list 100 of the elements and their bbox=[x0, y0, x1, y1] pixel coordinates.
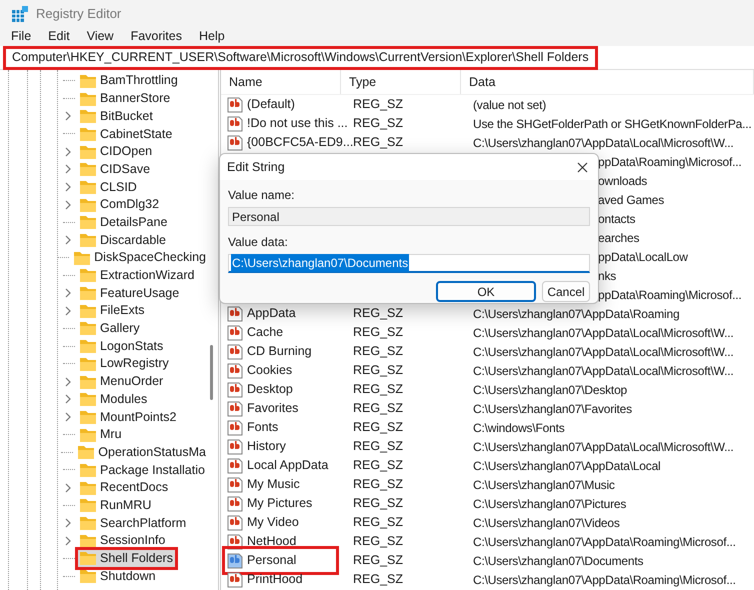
tree-item[interactable]: LowRegistry bbox=[78, 355, 171, 372]
folder-icon bbox=[80, 74, 96, 88]
tree-item[interactable]: CIDSave bbox=[78, 160, 152, 178]
tree-item[interactable]: SearchPlatform bbox=[78, 514, 188, 532]
chevron-icon[interactable] bbox=[64, 288, 72, 298]
table-cell-text: REG_SZ bbox=[352, 115, 404, 132]
chevron-icon[interactable] bbox=[64, 376, 72, 387]
chevron-icon[interactable] bbox=[64, 164, 72, 174]
table-cell-text: REG_SZ bbox=[352, 305, 404, 322]
value-name[interactable]: My Music bbox=[227, 475, 300, 494]
folder-icon bbox=[80, 321, 96, 336]
scrollbar-thumb[interactable] bbox=[210, 345, 213, 400]
chevron-icon[interactable] bbox=[64, 306, 72, 316]
window-title: Registry Editor bbox=[36, 5, 122, 24]
value-data-field[interactable]: C:\Users\zhanglan07\Documents bbox=[228, 254, 590, 273]
value-name[interactable]: My Video bbox=[227, 513, 299, 532]
chevron-icon[interactable] bbox=[64, 412, 72, 422]
table-cell-text: C:\Users\zhanglan07\Desktop bbox=[472, 382, 628, 398]
tree-item[interactable]: Modules bbox=[78, 390, 150, 408]
chevron-icon[interactable] bbox=[64, 235, 72, 246]
table-cell-text: REG_SZ bbox=[352, 381, 404, 398]
tree-item[interactable]: RunMRU bbox=[78, 496, 154, 514]
value-name[interactable]: !Do not use this ... bbox=[227, 114, 348, 133]
value-name-field[interactable]: Personal bbox=[228, 207, 590, 226]
value-name[interactable]: Cache bbox=[227, 323, 284, 342]
column-header[interactable]: Data bbox=[461, 70, 754, 94]
tree-item[interactable]: LogonStats bbox=[78, 338, 166, 355]
tree-item[interactable]: CIDOpen bbox=[78, 143, 154, 160]
chevron-icon[interactable] bbox=[64, 394, 72, 404]
tree-item[interactable]: RecentDocs bbox=[78, 479, 170, 496]
value-name[interactable]: {00BCFC5A-ED9... bbox=[227, 133, 354, 152]
folder-icon bbox=[80, 498, 96, 512]
tree-item[interactable]: Gallery bbox=[78, 320, 142, 337]
folder-icon bbox=[80, 392, 96, 406]
chevron-icon[interactable] bbox=[64, 482, 72, 493]
table-cell-text: C:\windows\Fonts bbox=[472, 420, 566, 436]
tree-item[interactable]: Mru bbox=[78, 426, 124, 444]
value-name[interactable]: Personal bbox=[227, 551, 334, 570]
chevron-icon[interactable] bbox=[64, 111, 72, 122]
menu-item[interactable]: File bbox=[11, 26, 32, 46]
tree-item[interactable]: BamThrottling bbox=[78, 72, 180, 90]
table-cell-text: REG_SZ bbox=[352, 514, 404, 532]
column-header[interactable]: Type bbox=[341, 70, 461, 94]
table-cell-text: C:\Users\zhanglan07\Videos bbox=[472, 514, 621, 532]
tree-item[interactable]: ComDlg32 bbox=[78, 196, 162, 214]
tree-item[interactable]: BannerStore bbox=[78, 90, 172, 108]
value-name[interactable]: (Default) bbox=[227, 95, 295, 114]
table-cell-text: ppData\Roaming\Microsof... bbox=[598, 286, 742, 304]
value-name[interactable]: PrintHood bbox=[227, 570, 303, 589]
close-icon[interactable] bbox=[577, 162, 588, 172]
menu-item[interactable]: Favorites bbox=[130, 26, 182, 46]
tree-item[interactable]: OperationStatusMa bbox=[76, 444, 208, 461]
chevron-icon[interactable] bbox=[64, 146, 72, 157]
value-name[interactable]: AppData bbox=[227, 304, 296, 323]
value-name[interactable]: My Pictures bbox=[227, 494, 312, 513]
value-name[interactable]: History bbox=[227, 437, 286, 456]
tree-item[interactable]: ExtractionWizard bbox=[78, 266, 196, 284]
menu-item[interactable]: Edit bbox=[48, 26, 70, 46]
tree-item[interactable]: Shutdown bbox=[78, 568, 158, 585]
tree-item[interactable]: Shell Folders bbox=[78, 550, 175, 567]
value-name[interactable]: Fonts bbox=[227, 418, 278, 437]
menu-item[interactable]: Help bbox=[198, 26, 225, 46]
folder-icon bbox=[80, 480, 96, 495]
menu-item[interactable]: View bbox=[86, 26, 114, 46]
folder-icon bbox=[80, 428, 96, 442]
tree-item[interactable]: FileExts bbox=[78, 302, 146, 320]
tree-item[interactable]: MountPoints2 bbox=[78, 408, 178, 426]
table-cell-text: C:\Users\zhanglan07\Documents bbox=[472, 552, 644, 570]
dialog-button[interactable]: Cancel bbox=[542, 281, 590, 302]
chevron-icon[interactable] bbox=[64, 518, 72, 528]
address-bar[interactable]: Computer\HKEY_CURRENT_USER\Software\Microsoft\Windows\CurrentVersion\Explorer\Shell Folders bbox=[3, 46, 598, 70]
tree-item[interactable]: CabinetState bbox=[78, 125, 174, 142]
tree-item[interactable]: FeatureUsage bbox=[78, 284, 182, 302]
tree-item[interactable]: BitBucket bbox=[78, 108, 155, 125]
folder-icon bbox=[80, 126, 96, 141]
value-name[interactable]: Cookies bbox=[227, 361, 292, 380]
column-header[interactable]: Name bbox=[221, 70, 341, 94]
folder-icon bbox=[80, 215, 96, 230]
tree-item[interactable]: DetailsPane bbox=[78, 214, 170, 231]
tree-item[interactable]: SessionInfo bbox=[78, 532, 168, 550]
app-icon bbox=[12, 6, 28, 22]
value-name[interactable]: Desktop bbox=[227, 380, 293, 399]
tree-item[interactable]: MenuOrder bbox=[78, 373, 166, 390]
tree-item[interactable]: CLSID bbox=[78, 178, 139, 196]
chevron-icon[interactable] bbox=[64, 536, 72, 546]
value-name[interactable]: Favorites bbox=[227, 399, 298, 418]
value-name[interactable]: NetHood bbox=[227, 532, 296, 551]
table-cell-text: REG_SZ bbox=[352, 400, 404, 418]
folder-icon bbox=[80, 180, 96, 194]
value-name[interactable]: Local AppData bbox=[227, 456, 328, 475]
tree-item[interactable]: Discardable bbox=[78, 232, 168, 249]
table-cell-text: earches bbox=[598, 230, 640, 246]
dialog-button[interactable]: OK bbox=[436, 281, 536, 302]
field-label: Value data: bbox=[228, 234, 289, 251]
tree-item[interactable]: DiskSpaceChecking bbox=[72, 249, 208, 266]
chevron-icon[interactable] bbox=[64, 200, 72, 210]
value-name[interactable]: CD Burning bbox=[227, 342, 312, 361]
tree-item[interactable]: Package Installatio bbox=[78, 461, 207, 478]
folder-icon bbox=[80, 109, 96, 124]
chevron-icon[interactable] bbox=[64, 182, 72, 192]
